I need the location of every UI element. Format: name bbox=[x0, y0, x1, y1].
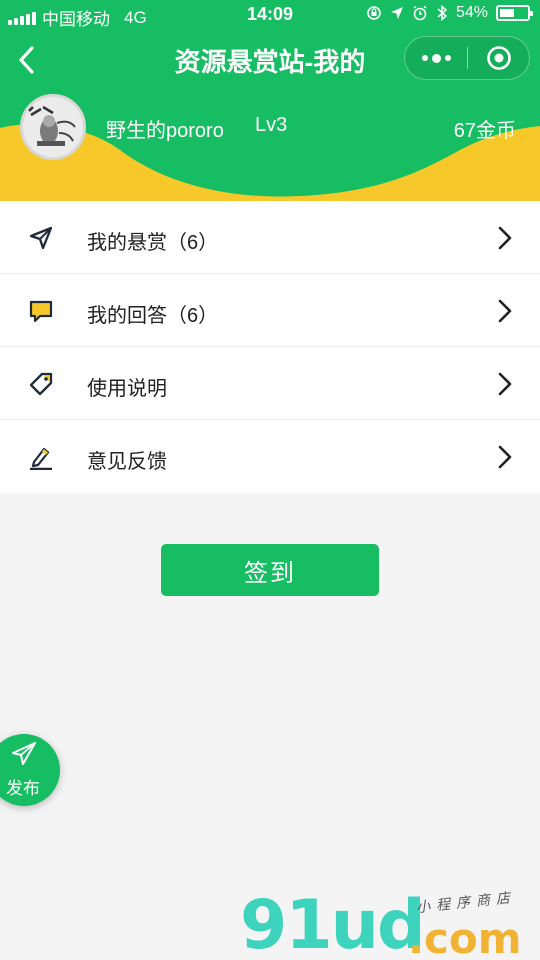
watermark: 91ud .com 小程序商店 bbox=[240, 886, 540, 960]
coin-balance: 67金币 bbox=[453, 120, 516, 142]
user-level: Lv3 bbox=[255, 114, 288, 136]
username: 野生的pororo bbox=[106, 120, 224, 142]
watermark-logo: 91ud bbox=[240, 886, 426, 960]
header-banner: 中国移动 4G 14:09 54% 资源悬赏站-我的 野生的pororo Lv3… bbox=[0, 0, 540, 201]
more-options-button[interactable] bbox=[405, 37, 467, 79]
menu-item-feedback[interactable]: 意见反馈 bbox=[0, 420, 540, 493]
menu-list: 我的悬赏（6） 我的回答（6） 使用说明 意见反馈 bbox=[0, 201, 540, 493]
check-in-button[interactable]: 签到 bbox=[161, 544, 379, 596]
chevron-right-icon bbox=[498, 226, 512, 250]
publish-button[interactable]: 发布 bbox=[0, 734, 60, 806]
tag-icon bbox=[29, 372, 53, 396]
edit-icon bbox=[30, 447, 52, 470]
menu-item-my-answers[interactable]: 我的回答（6） bbox=[0, 274, 540, 347]
menu-item-label: 意见反馈 bbox=[87, 451, 167, 473]
status-bar: 中国移动 4G 14:09 54% bbox=[0, 0, 540, 30]
exit-miniprogram-button[interactable] bbox=[468, 37, 529, 79]
menu-item-label: 使用说明 bbox=[87, 378, 167, 400]
send-icon bbox=[29, 226, 53, 250]
menu-item-label: 我的悬赏（6） bbox=[87, 232, 219, 254]
user-profile: 野生的pororo Lv3 67金币 bbox=[0, 92, 540, 162]
battery-percent: 54% bbox=[455, 4, 488, 21]
chevron-right-icon bbox=[498, 445, 512, 469]
rotation-lock-icon bbox=[367, 6, 381, 20]
publish-label: 发布 bbox=[6, 779, 40, 798]
chevron-right-icon bbox=[498, 372, 512, 396]
battery-icon bbox=[496, 5, 533, 21]
navigation-bar: 资源悬赏站-我的 bbox=[0, 30, 540, 88]
watermark-domain: .com bbox=[408, 914, 522, 960]
location-icon bbox=[390, 7, 403, 19]
paper-plane-icon bbox=[12, 742, 36, 765]
alarm-icon bbox=[413, 5, 427, 21]
avatar-image bbox=[23, 97, 83, 157]
comment-icon bbox=[29, 300, 53, 323]
menu-item-my-bounties[interactable]: 我的悬赏（6） bbox=[0, 201, 540, 274]
target-circle-icon bbox=[486, 46, 511, 70]
menu-item-instructions[interactable]: 使用说明 bbox=[0, 347, 540, 420]
menu-item-label: 我的回答（6） bbox=[87, 305, 219, 327]
chevron-right-icon bbox=[498, 299, 512, 323]
miniprogram-capsule bbox=[404, 36, 530, 80]
watermark-tagline: 小程序商店 bbox=[415, 889, 517, 917]
avatar[interactable] bbox=[20, 94, 86, 160]
bluetooth-icon bbox=[437, 5, 448, 21]
